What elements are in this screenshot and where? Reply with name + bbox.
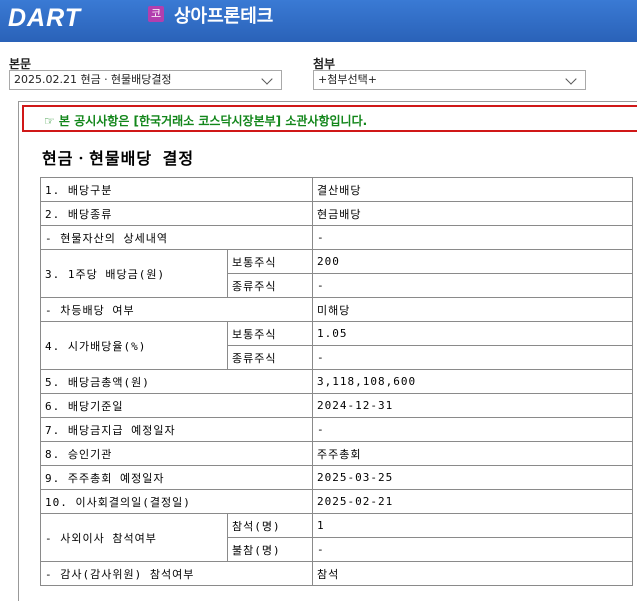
- dividend-table: 1. 배당구분 결산배당 2. 배당종류 현금배당 - 현물자산의 상세내역 -…: [40, 177, 633, 586]
- row-label: - 현물자산의 상세내역: [40, 225, 313, 250]
- notice-text: ☞ 본 공시사항은 [한국거래소 코스닥시장본부] 소관사항입니다.: [44, 114, 368, 128]
- table-row: 6. 배당기준일 2024-12-31: [40, 393, 633, 418]
- row-value: 2024-12-31: [312, 393, 633, 418]
- row-label: 1. 배당구분: [40, 177, 313, 202]
- row-label: 4. 시가배당율(%): [40, 321, 228, 370]
- table-row: 2. 배당종류 현금배당: [40, 201, 633, 226]
- table-row: - 현물자산의 상세내역 -: [40, 225, 633, 250]
- table-row: - 차등배당 여부 미해당: [40, 297, 633, 322]
- row-sublabel: 불참(명): [227, 537, 313, 562]
- row-label: 10. 이사회결의일(결정일): [40, 489, 313, 514]
- attachment-select[interactable]: +첨부선택+: [313, 70, 586, 90]
- table-row: 4. 시가배당율(%) 보통주식 1.05: [40, 321, 633, 370]
- top-header-bar: DART 코 상아프론테크: [0, 0, 637, 42]
- row-label: 2. 배당종류: [40, 201, 313, 226]
- jurisdiction-notice: ☞ 본 공시사항은 [한국거래소 코스닥시장본부] 소관사항입니다.: [22, 105, 637, 132]
- company-name[interactable]: 상아프론테크: [174, 2, 273, 28]
- table-row: 8. 승인기관 주주총회: [40, 441, 633, 466]
- row-value: 200: [312, 249, 633, 274]
- table-row: - 감사(감사위원) 참석여부 참석: [40, 561, 633, 586]
- dart-logo[interactable]: DART: [8, 4, 81, 33]
- row-value: -: [312, 345, 633, 370]
- row-value: 참석: [312, 561, 633, 586]
- row-value: 현금배당: [312, 201, 633, 226]
- main-doc-selected-value: 2025.02.21 현금ㆍ현물배당결정: [14, 73, 172, 86]
- row-label: - 감사(감사위원) 참석여부: [40, 561, 313, 586]
- row-label: 8. 승인기관: [40, 441, 313, 466]
- row-sublabel: 종류주식: [227, 345, 313, 370]
- row-value: 1: [312, 513, 633, 538]
- chevron-down-icon: [565, 73, 577, 85]
- table-row: 10. 이사회결의일(결정일) 2025-02-21: [40, 489, 633, 514]
- row-sublabel: 보통주식: [227, 249, 313, 274]
- row-label: 3. 1주당 배당금(원): [40, 249, 228, 298]
- row-label: 7. 배당금지급 예정일자: [40, 417, 313, 442]
- table-row: 7. 배당금지급 예정일자 -: [40, 417, 633, 442]
- row-sublabel: 보통주식: [227, 321, 313, 346]
- row-value: 1.05: [312, 321, 633, 346]
- kosdaq-market-badge: 코: [148, 6, 164, 22]
- row-sublabel: 종류주식: [227, 273, 313, 298]
- row-label: - 차등배당 여부: [40, 297, 313, 322]
- row-value: 2025-02-21: [312, 489, 633, 514]
- attachment-selected-value: +첨부선택+: [318, 73, 377, 86]
- table-row: 9. 주주총회 예정일자 2025-03-25: [40, 465, 633, 490]
- row-value: 주주총회: [312, 441, 633, 466]
- row-value: 2025-03-25: [312, 465, 633, 490]
- row-value: -: [312, 273, 633, 298]
- table-row: 1. 배당구분 결산배당: [40, 177, 633, 202]
- row-label: - 사외이사 참석여부: [40, 513, 228, 562]
- row-sublabel: 참석(명): [227, 513, 313, 538]
- row-label: 6. 배당기준일: [40, 393, 313, 418]
- table-row: 3. 1주당 배당금(원) 보통주식 200: [40, 249, 633, 298]
- table-row: - 사외이사 참석여부 참석(명) 1: [40, 513, 633, 562]
- chevron-down-icon: [261, 73, 273, 85]
- row-value: 미해당: [312, 297, 633, 322]
- row-value: 결산배당: [312, 177, 633, 202]
- dart-logo-text: DART: [8, 4, 81, 32]
- document-title: 현금ㆍ현물배당 결정: [42, 149, 195, 168]
- table-row: 5. 배당금총액(원) 3,118,108,600: [40, 369, 633, 394]
- row-value: -: [312, 417, 633, 442]
- row-value: -: [312, 225, 633, 250]
- row-label: 9. 주주총회 예정일자: [40, 465, 313, 490]
- row-label: 5. 배당금총액(원): [40, 369, 313, 394]
- row-value: 3,118,108,600: [312, 369, 633, 394]
- row-value: -: [312, 537, 633, 562]
- main-doc-select[interactable]: 2025.02.21 현금ㆍ현물배당결정: [9, 70, 282, 90]
